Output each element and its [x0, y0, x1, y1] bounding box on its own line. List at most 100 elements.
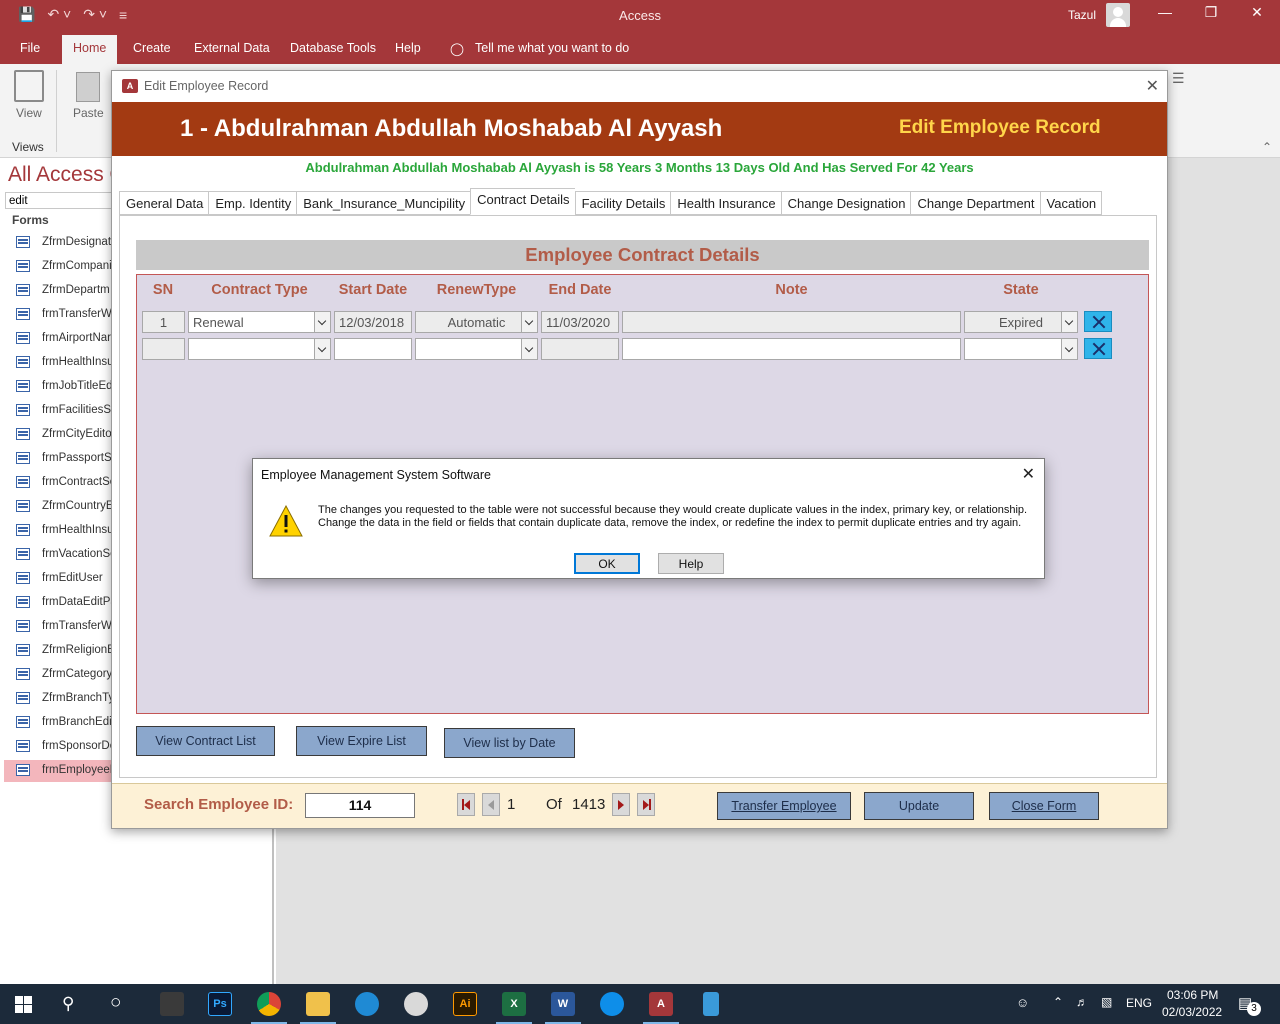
dialog-close-icon[interactable]: ✕: [1022, 464, 1035, 484]
excel-icon[interactable]: X: [496, 992, 532, 1024]
nav-form-item[interactable]: frmEditUser: [4, 568, 112, 590]
nav-form-item[interactable]: frmBranchEdit: [4, 712, 112, 734]
first-record-icon[interactable]: [457, 793, 475, 816]
phone-icon[interactable]: [703, 992, 719, 1016]
folder-icon[interactable]: [300, 992, 336, 1024]
tab-emp-identity[interactable]: Emp. Identity: [208, 191, 297, 215]
photoshop-icon[interactable]: Ps: [208, 992, 232, 1016]
chevron-down-icon[interactable]: [314, 339, 330, 359]
network-icon[interactable]: ▧: [1101, 995, 1112, 1009]
tab-change-designation[interactable]: Change Designation: [780, 191, 911, 215]
tab-external-data[interactable]: External Data: [194, 41, 270, 55]
nav-search-input[interactable]: [5, 192, 113, 209]
language-indicator[interactable]: ENG: [1126, 996, 1152, 1010]
transfer-employee-button[interactable]: Transfer Employee: [717, 792, 851, 820]
nav-form-item[interactable]: frmTransferW: [4, 304, 112, 326]
nav-form-item[interactable]: frmVacationSe: [4, 544, 112, 566]
row1-contract-type-select[interactable]: Renewal: [188, 311, 331, 333]
close-icon[interactable]: ✕: [1242, 4, 1272, 21]
clock-time[interactable]: 03:06 PM: [1167, 988, 1218, 1002]
tab-general-data[interactable]: General Data: [119, 191, 209, 215]
nav-form-item[interactable]: ZfrmBranchTy: [4, 688, 112, 710]
nav-form-item[interactable]: frmContractSe: [4, 472, 112, 494]
view-icon[interactable]: [14, 70, 44, 102]
nav-form-item[interactable]: ZfrmReligionE: [4, 640, 112, 662]
nav-form-item[interactable]: ZfrmCategory: [4, 664, 112, 686]
row1-note[interactable]: [622, 311, 961, 333]
windows-start-icon[interactable]: [15, 996, 32, 1013]
last-record-icon[interactable]: [637, 793, 655, 816]
view-contract-list-button[interactable]: View Contract List: [136, 726, 275, 756]
nav-form-item[interactable]: ZfrmCountryE: [4, 496, 112, 518]
user-avatar-icon[interactable]: [1106, 3, 1130, 27]
nav-form-item[interactable]: frmSponsorDe: [4, 736, 112, 758]
chevron-down-icon[interactable]: [521, 312, 537, 332]
tab-vacation[interactable]: Vacation: [1039, 191, 1103, 215]
tab-bank-insurance[interactable]: Bank_Insurance_Muncipility: [296, 191, 471, 215]
nav-form-item[interactable]: ZfrmDepartm: [4, 280, 112, 302]
people-icon[interactable]: ☺: [1016, 995, 1029, 1010]
row2-state-select[interactable]: [964, 338, 1078, 360]
tab-help[interactable]: Help: [395, 41, 421, 55]
list-icon[interactable]: ☰: [1172, 70, 1185, 87]
previous-record-icon[interactable]: [482, 793, 500, 816]
update-button[interactable]: Update: [864, 792, 974, 820]
search-icon[interactable]: ⚲: [62, 994, 74, 1014]
paste-icon[interactable]: [76, 72, 100, 102]
tab-database-tools[interactable]: Database Tools: [290, 41, 376, 55]
word-icon[interactable]: W: [545, 992, 581, 1024]
show-hidden-icons-icon[interactable]: ⌃: [1053, 995, 1063, 1009]
nav-form-item[interactable]: frmPassportSe: [4, 448, 112, 470]
task-view-icon[interactable]: ○: [110, 992, 121, 1014]
chevron-down-icon[interactable]: [1061, 339, 1077, 359]
row1-delete-icon[interactable]: [1084, 311, 1112, 332]
paste-button[interactable]: Paste: [73, 106, 104, 120]
file-explorer-icon[interactable]: [160, 992, 184, 1016]
view-expire-list-button[interactable]: View Expire List: [296, 726, 427, 756]
tab-home[interactable]: Home: [62, 35, 118, 64]
tell-me-box[interactable]: Tell me what you want to do: [475, 41, 629, 55]
nav-section-forms[interactable]: Forms: [12, 213, 49, 227]
row2-start-date[interactable]: [334, 338, 412, 360]
minimize-icon[interactable]: —: [1150, 4, 1180, 20]
edge-icon[interactable]: [355, 992, 379, 1016]
row2-note[interactable]: [622, 338, 961, 360]
next-record-icon[interactable]: [612, 793, 630, 816]
row1-state-select[interactable]: Expired: [964, 311, 1078, 333]
nav-form-item[interactable]: frmTransferW: [4, 616, 112, 638]
row1-renew-type-select[interactable]: Automatic: [415, 311, 538, 333]
nav-form-item[interactable]: frmHealthInsu: [4, 352, 112, 374]
nav-form-item[interactable]: frmDataEditPa: [4, 592, 112, 614]
tab-file[interactable]: File: [20, 41, 40, 55]
row1-end-date[interactable]: 11/03/2020: [541, 311, 619, 333]
row2-renew-type-select[interactable]: [415, 338, 538, 360]
clock-date[interactable]: 02/03/2022: [1162, 1005, 1222, 1019]
nav-pane-title[interactable]: All Access O: [8, 163, 126, 187]
close-form-button[interactable]: Close Form: [989, 792, 1099, 820]
chrome-icon[interactable]: [251, 992, 287, 1024]
nav-form-item[interactable]: frmAirportNar: [4, 328, 112, 350]
chevron-down-icon[interactable]: [521, 339, 537, 359]
chevron-down-icon[interactable]: [314, 312, 330, 332]
nav-form-item[interactable]: ZfrmCompani: [4, 256, 112, 278]
access-icon[interactable]: A: [643, 992, 679, 1024]
collapse-ribbon-icon[interactable]: ⌃: [1262, 140, 1272, 154]
tab-create[interactable]: Create: [133, 41, 171, 55]
volume-icon[interactable]: ♬: [1076, 995, 1088, 1009]
view-list-by-date-button[interactable]: View list by Date: [444, 728, 575, 758]
chevron-down-icon[interactable]: [1061, 312, 1077, 332]
ok-button[interactable]: OK: [574, 553, 640, 574]
row2-contract-type-select[interactable]: [188, 338, 331, 360]
row1-start-date[interactable]: 12/03/2018: [334, 311, 412, 333]
view-button[interactable]: View: [16, 106, 42, 120]
nav-form-item[interactable]: frmJobTitleEd: [4, 376, 112, 398]
tab-change-department[interactable]: Change Department: [910, 191, 1040, 215]
form-close-icon[interactable]: ✕: [1146, 76, 1159, 96]
user-name[interactable]: Tazul: [1068, 8, 1096, 22]
row2-end-date[interactable]: [541, 338, 619, 360]
nav-form-item[interactable]: frmHealthInsu: [4, 520, 112, 542]
nav-form-item[interactable]: ZfrmDesignat: [4, 232, 112, 254]
paint-icon[interactable]: [404, 992, 428, 1016]
nav-form-item[interactable]: frmFacilitiesSe: [4, 400, 112, 422]
search-employee-input[interactable]: 114: [305, 793, 415, 818]
